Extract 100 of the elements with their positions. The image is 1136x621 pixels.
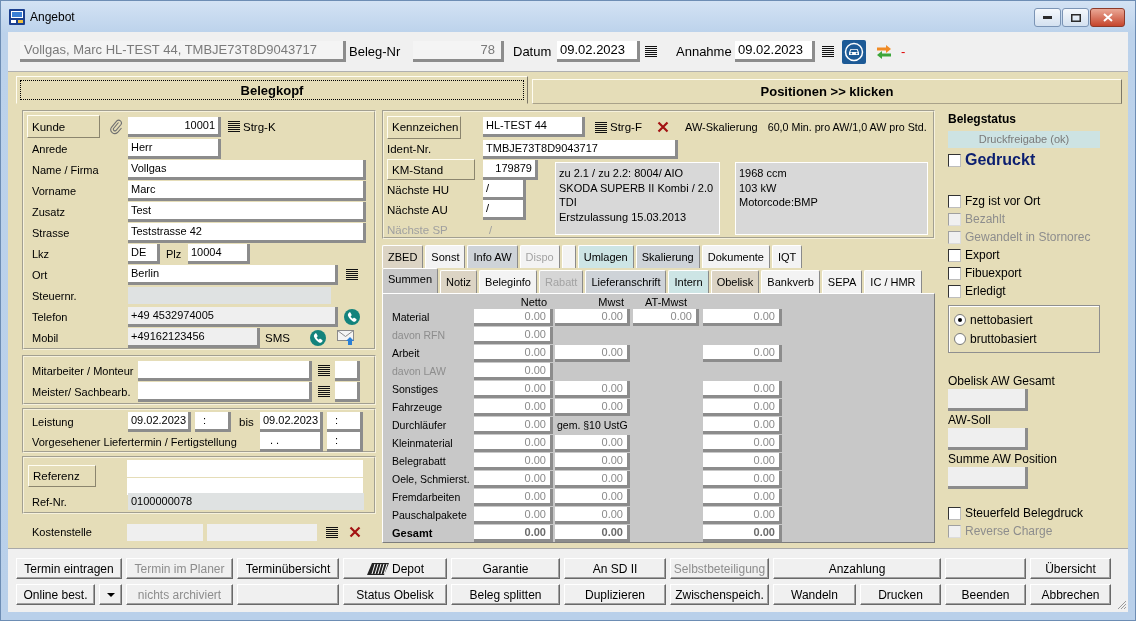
checkbox[interactable] — [948, 153, 961, 167]
date-field[interactable]: 09.02.2023 — [735, 41, 815, 62]
amount-field[interactable]: 0.00 — [703, 380, 782, 398]
input-field[interactable]: 10001 — [128, 116, 221, 137]
action-button[interactable]: Drucken — [860, 584, 941, 605]
input-field[interactable]: HL-TEST 44 — [483, 117, 585, 137]
radio-button[interactable] — [954, 332, 966, 345]
time-field[interactable]: : — [195, 412, 231, 432]
amount-field[interactable]: 0.00 — [555, 524, 630, 542]
amount-field[interactable]: 0.00 — [555, 344, 630, 362]
action-button[interactable]: Online best. — [16, 584, 95, 605]
amount-field[interactable]: 0.00 — [703, 488, 782, 506]
cross-icon[interactable] — [349, 526, 361, 538]
amount-field[interactable]: 0.00 — [703, 470, 782, 488]
list-icon[interactable] — [318, 386, 330, 397]
amount-field[interactable]: 0.00 — [555, 506, 630, 524]
input-field[interactable]: Vollgas — [128, 159, 366, 180]
tab[interactable]: Beleginfo — [479, 270, 537, 293]
amount-field[interactable]: 0.00 — [474, 380, 553, 398]
input-field[interactable]: DE — [128, 243, 160, 264]
input-field[interactable]: Teststrasse 42 — [128, 222, 366, 243]
tab[interactable]: Belegkopf — [16, 76, 528, 104]
action-button[interactable]: Depot — [343, 558, 447, 579]
tab[interactable]: Dokumente — [701, 245, 770, 268]
paperclip-icon[interactable] — [109, 118, 123, 135]
amount-field[interactable]: 0.00 — [474, 326, 553, 344]
blank-button[interactable] — [237, 584, 339, 605]
action-button[interactable]: Status Obelisk — [343, 584, 447, 605]
input-field[interactable]: 10004 — [188, 243, 250, 264]
list-icon[interactable] — [326, 526, 338, 538]
input-field[interactable] — [335, 360, 360, 381]
tab[interactable]: Info AW — [467, 245, 518, 268]
tab[interactable]: IQT — [772, 245, 803, 268]
input-field[interactable]: / — [483, 180, 526, 200]
action-button[interactable]: Zwischenspeich. — [670, 584, 769, 605]
amount-field[interactable]: 0.00 — [474, 416, 553, 434]
tab[interactable]: Umlagen — [577, 245, 634, 268]
amount-field[interactable]: 0.00 — [474, 434, 553, 452]
amount-field[interactable]: 0.00 — [703, 524, 782, 542]
action-button[interactable]: Beleg splitten — [451, 584, 560, 605]
input-field[interactable] — [127, 523, 203, 541]
close-button[interactable] — [1090, 8, 1125, 27]
input-field[interactable] — [948, 428, 1028, 450]
input-field[interactable] — [948, 389, 1028, 411]
list-icon[interactable] — [228, 121, 240, 132]
action-button[interactable]: Beenden — [945, 584, 1026, 605]
date-field[interactable]: 09.02.2023 — [128, 412, 191, 432]
action-button[interactable]: Übersicht — [1030, 558, 1111, 579]
tab[interactable]: SEPA — [821, 270, 863, 293]
amount-field[interactable]: 0.00 — [555, 434, 630, 452]
car-icon[interactable] — [842, 39, 866, 64]
list-icon[interactable] — [595, 121, 607, 133]
amount-field[interactable]: 0.00 — [555, 452, 630, 470]
amount-field[interactable]: 0.00 — [474, 362, 553, 380]
resize-grip-icon[interactable] — [1117, 600, 1127, 610]
tab[interactable]: ZBED — [382, 245, 424, 268]
tab[interactable]: Notiz — [440, 270, 478, 293]
amount-field[interactable]: 0.00 — [555, 308, 630, 326]
checkbox[interactable] — [948, 506, 961, 520]
action-button[interactable]: Garantie — [451, 558, 560, 579]
summary-field[interactable]: Vollgas, Marc HL-TEST 44, TMBJE73T8D9043717 — [20, 41, 346, 62]
amount-field[interactable]: 0.00 — [703, 416, 782, 434]
tab[interactable] — [561, 245, 576, 268]
maximize-button[interactable] — [1062, 8, 1089, 27]
minimize-button[interactable] — [1034, 8, 1061, 27]
list-icon[interactable] — [318, 365, 330, 376]
input-field[interactable]: +49 4532974005 — [128, 306, 338, 327]
date-field[interactable]: . . — [260, 432, 323, 452]
checkbox[interactable] — [948, 194, 961, 208]
date-field[interactable]: 09.02.2023 — [557, 41, 640, 62]
amount-field[interactable]: 0.00 — [474, 398, 553, 416]
input-field[interactable] — [948, 467, 1028, 489]
amount-field[interactable]: 0.00 — [474, 524, 553, 542]
amount-field[interactable]: 0.00 — [703, 398, 782, 416]
lookup-button[interactable]: KM-Stand — [387, 159, 475, 180]
input-field[interactable] — [128, 287, 331, 304]
list-icon[interactable] — [346, 269, 358, 280]
lookup-button[interactable]: Referenz — [28, 465, 96, 487]
input-field[interactable]: 0100000078 — [128, 493, 364, 510]
input-field[interactable]: Herr — [128, 138, 221, 159]
action-button[interactable]: Abbrechen — [1030, 584, 1111, 605]
tab[interactable]: Intern — [668, 270, 709, 293]
amount-field[interactable]: 0.00 — [474, 506, 553, 524]
input-field[interactable]: +49162123456 — [128, 327, 260, 348]
amount-field[interactable]: 0.00 — [474, 488, 553, 506]
tab[interactable]: IC / HMR — [864, 270, 922, 293]
action-button[interactable]: Wandeln — [773, 584, 856, 605]
amount-field[interactable]: 0.00 — [555, 470, 630, 488]
input-field[interactable]: Test — [128, 201, 366, 222]
list-icon[interactable] — [645, 46, 657, 57]
tab[interactable]: Positionen >> klicken — [532, 79, 1122, 104]
phone-icon[interactable] — [310, 329, 326, 346]
list-icon[interactable] — [822, 46, 834, 57]
input-field[interactable]: TMBJE73T8D9043717 — [483, 139, 678, 159]
amount-field[interactable]: 0.00 — [703, 344, 782, 362]
amount-field[interactable]: 0.00 — [474, 452, 553, 470]
amount-field[interactable]: 0.00 — [474, 344, 553, 362]
action-button[interactable]: Terminübersicht — [237, 558, 339, 579]
amount-field[interactable]: 0.00 — [555, 380, 630, 398]
radio-button[interactable] — [954, 313, 966, 326]
